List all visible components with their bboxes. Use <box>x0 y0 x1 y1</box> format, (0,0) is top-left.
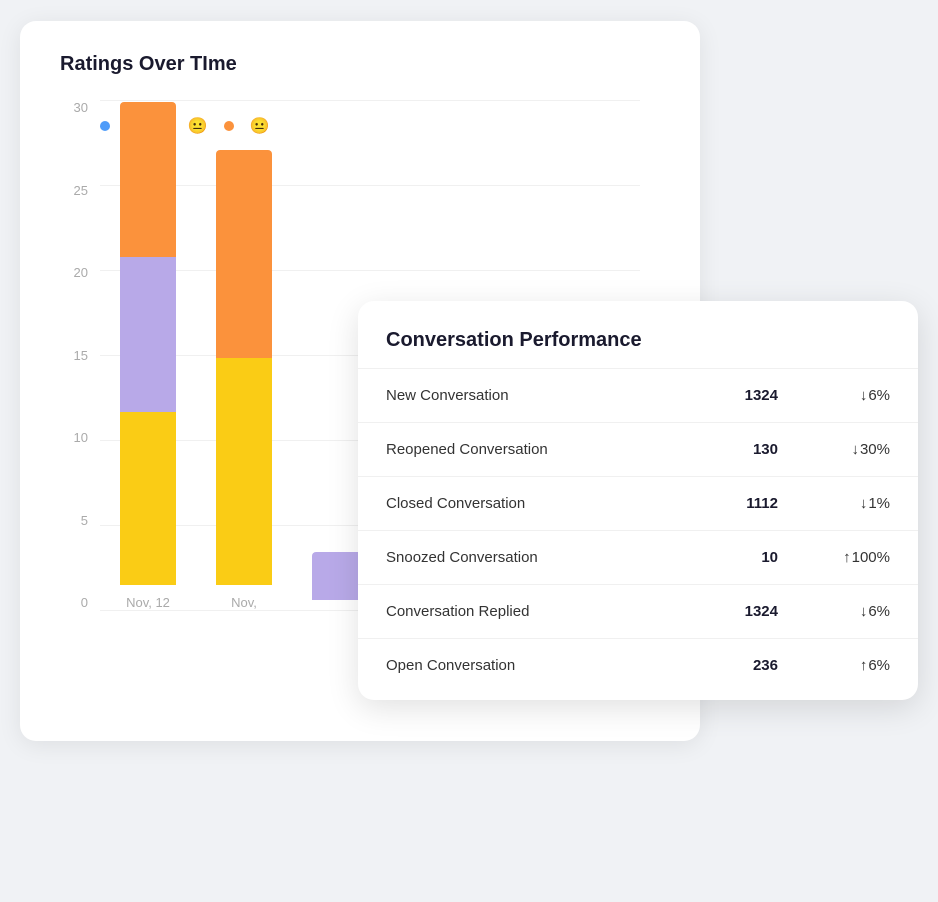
row-value-snoozed: 10 <box>694 531 806 585</box>
bar-stack-nov2 <box>216 105 272 585</box>
table-row-new-conversation: New Conversation 1324 6% <box>358 369 918 423</box>
table-row-replied: Conversation Replied 1324 6% <box>358 585 918 639</box>
row-value-new-conversation: 1324 <box>694 369 806 423</box>
row-value-reopened: 130 <box>694 423 806 477</box>
y-label-5: 5 <box>81 513 88 528</box>
y-label-30: 30 <box>74 100 88 115</box>
bar-yellow-nov2 <box>216 358 272 585</box>
main-container: Ratings Over TIme 30 25 20 15 10 5 0 <box>20 21 918 881</box>
y-label-25: 25 <box>74 183 88 198</box>
table-row-open: Open Conversation 236 6% <box>358 639 918 693</box>
row-change-snoozed: 100% <box>806 531 918 585</box>
bar-label-nov2: Nov, <box>231 595 257 610</box>
y-axis: 30 25 20 15 10 5 0 <box>60 100 88 610</box>
row-value-closed: 1112 <box>694 477 806 531</box>
bar-stack-nov12 <box>120 105 176 585</box>
performance-title: Conversation Performance <box>358 329 918 352</box>
bar-orange-nov2 <box>216 150 272 358</box>
chart-title: Ratings Over TIme <box>60 53 660 76</box>
bar-purple-nov12 <box>120 257 176 412</box>
y-label-20: 20 <box>74 265 88 280</box>
row-label-reopened: Reopened Conversation <box>358 423 694 477</box>
bar-yellow-nov12 <box>120 412 176 585</box>
performance-card: Conversation Performance New Conversatio… <box>358 301 918 700</box>
bar-orange-nov12 <box>120 102 176 257</box>
row-change-replied: 6% <box>806 585 918 639</box>
row-change-new-conversation: 6% <box>806 369 918 423</box>
table-row-closed: Closed Conversation 1112 1% <box>358 477 918 531</box>
table-row-snoozed: Snoozed Conversation 10 100% <box>358 531 918 585</box>
row-label-replied: Conversation Replied <box>358 585 694 639</box>
table-row-reopened: Reopened Conversation 130 30% <box>358 423 918 477</box>
row-change-closed: 1% <box>806 477 918 531</box>
bar-group-nov12: Nov, 12 <box>120 105 176 610</box>
y-label-0: 0 <box>81 595 88 610</box>
row-change-reopened: 30% <box>806 423 918 477</box>
performance-table: New Conversation 1324 6% Reopened Conver… <box>358 368 918 692</box>
y-label-10: 10 <box>74 430 88 445</box>
row-label-snoozed: Snoozed Conversation <box>358 531 694 585</box>
row-value-open: 236 <box>694 639 806 693</box>
bar-group-nov2: Nov, <box>216 105 272 610</box>
row-label-open: Open Conversation <box>358 639 694 693</box>
row-label-new-conversation: New Conversation <box>358 369 694 423</box>
y-label-15: 15 <box>74 348 88 363</box>
row-change-open: 6% <box>806 639 918 693</box>
bar-label-nov12: Nov, 12 <box>126 595 170 610</box>
row-value-replied: 1324 <box>694 585 806 639</box>
row-label-closed: Closed Conversation <box>358 477 694 531</box>
